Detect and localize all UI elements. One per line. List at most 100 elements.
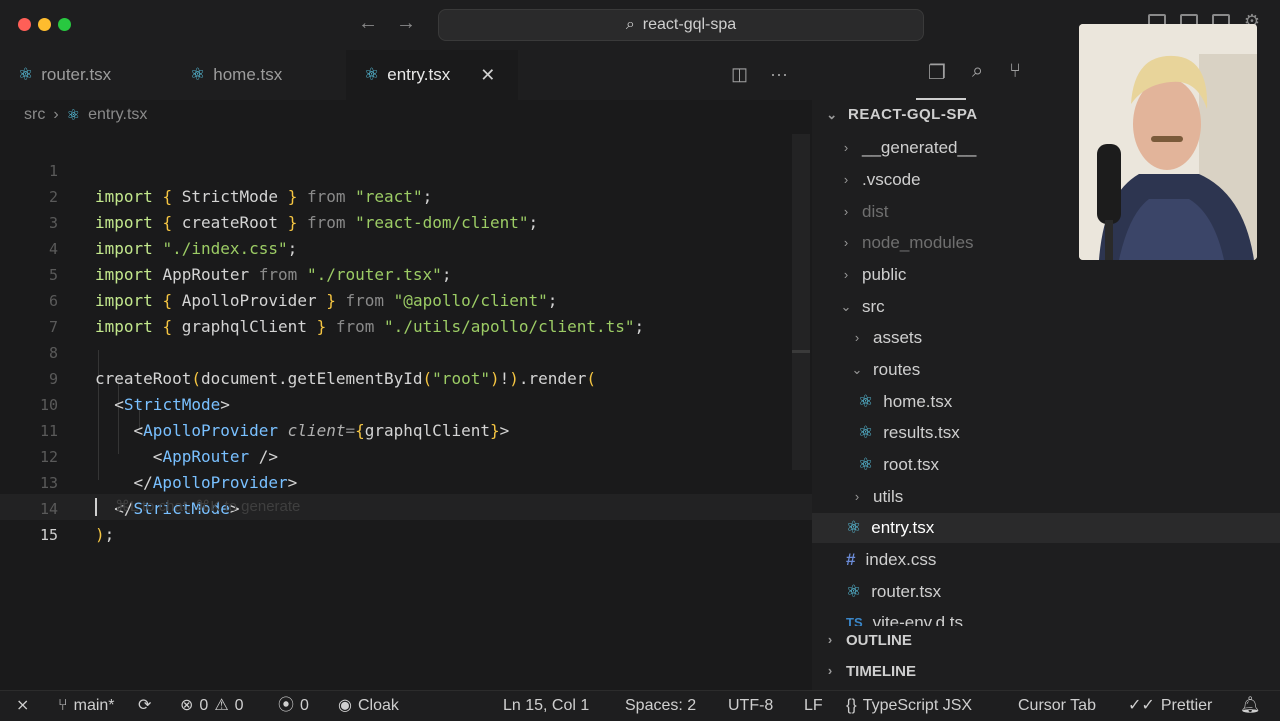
encoding[interactable]: UTF-8: [728, 691, 773, 721]
tree-item-root[interactable]: ⚛ root.tsx: [858, 450, 939, 480]
tree-item-router[interactable]: ⚛ router.tsx: [846, 577, 941, 607]
tree-item-assets[interactable]: › assets: [851, 323, 922, 353]
tree-item-index-css[interactable]: # index.css: [846, 545, 936, 575]
braces-icon: {}: [846, 697, 857, 714]
chevron-right-icon: ›: [843, 172, 849, 187]
tree-item-label: router.tsx: [871, 582, 942, 601]
command-center-search[interactable]: ⌕ react-gql-spa: [438, 9, 924, 41]
react-file-icon: ⚛: [858, 392, 874, 411]
timeline-section[interactable]: › TIMELINE: [824, 663, 916, 680]
tab-label: home.tsx: [213, 65, 283, 84]
sync-icon[interactable]: ⟳: [138, 691, 151, 721]
tree-item-vscode[interactable]: › .vscode: [840, 165, 921, 195]
tree-item-generated[interactable]: › __generated__: [840, 133, 977, 163]
tree-item-label: routes: [873, 360, 921, 379]
bell-icon[interactable]: 🔔︎: [1240, 691, 1260, 721]
tree-item-label: results.tsx: [883, 423, 960, 442]
code-line: 3 import "./index.css";: [0, 184, 812, 258]
check-icon: ✓✓: [1128, 697, 1155, 714]
tab-label: entry.tsx: [387, 65, 451, 84]
chevron-down-icon: ⌄: [840, 299, 852, 314]
tab-label: router.tsx: [41, 65, 112, 84]
git-branch-icon: ⑂: [58, 697, 68, 714]
tree-item-node-modules[interactable]: › node_modules: [840, 228, 974, 258]
code-line: 13 </StrictMode>: [0, 444, 812, 518]
back-arrow-icon[interactable]: ←: [358, 12, 378, 35]
ports-indicator[interactable]: ⦿ 0: [278, 691, 309, 721]
react-file-icon: ⚛: [858, 423, 874, 442]
cloak-toggle[interactable]: ◉ Cloak: [338, 691, 399, 721]
tree-item-label: .vscode: [862, 170, 921, 189]
search-icon[interactable]: ⌕: [972, 60, 983, 85]
chevron-right-icon: ›: [854, 330, 860, 345]
sidebar-activity-icons: ❐ ⌕ ⑂: [928, 60, 1021, 85]
outline-section[interactable]: › OUTLINE: [824, 632, 912, 649]
close-tab-icon[interactable]: ✕: [480, 65, 495, 86]
problems-indicator[interactable]: ⊗ 0 ⚠ 0: [180, 691, 244, 721]
tree-item-utils[interactable]: › utils: [851, 482, 903, 512]
code-line: 12 </ApolloProvider>: [0, 418, 812, 492]
maximize-window-button[interactable]: [58, 18, 71, 31]
cursor-tab[interactable]: Cursor Tab: [1018, 691, 1096, 721]
files-icon[interactable]: ❐: [928, 60, 946, 85]
tree-item-label: entry.tsx: [871, 518, 935, 537]
code-line: 10 <ApolloProvider client={graphqlClient…: [0, 366, 812, 440]
tree-item-public[interactable]: › public: [840, 260, 907, 290]
code-line: 6 import { graphqlClient } from "./utils…: [0, 262, 812, 336]
breadcrumb-folder[interactable]: src: [24, 106, 45, 124]
editor-tabs: ⚛ router.tsx ⚛ home.tsx ⚛ entry.tsx ✕ ◫ …: [0, 50, 812, 100]
split-editor-icon[interactable]: ◫: [731, 64, 748, 85]
git-branch[interactable]: ⑂ main*: [58, 691, 115, 721]
outline-label: OUTLINE: [846, 632, 912, 649]
indentation[interactable]: Spaces: 2: [625, 691, 696, 721]
active-view-indicator: [916, 98, 966, 100]
breadcrumb-file[interactable]: entry.tsx: [88, 106, 147, 124]
explorer-root[interactable]: ⌄ REACT-GQL-SPA: [826, 106, 978, 123]
tree-item-routes[interactable]: ⌄ routes: [851, 355, 921, 385]
code-line: 5 import { ApolloProvider } from "@apoll…: [0, 236, 812, 310]
code-line: 2 import { createRoot } from "react-dom/…: [0, 158, 812, 232]
tab-entry[interactable]: ⚛ entry.tsx ✕: [346, 50, 518, 100]
code-line: 1 import { StrictMode } from "react";: [0, 132, 812, 206]
tree-item-label: vite-env.d.ts: [872, 613, 964, 626]
code-line: 9 <StrictMode>: [0, 340, 812, 414]
remote-icon[interactable]: ⨯: [16, 691, 29, 721]
tab-home[interactable]: ⚛ home.tsx: [172, 50, 344, 100]
tree-item-label: __generated__: [862, 138, 977, 157]
tree-item-src[interactable]: ⌄ src: [840, 292, 885, 322]
cursor-position[interactable]: Ln 15, Col 1: [503, 691, 589, 721]
tree-item-label: root.tsx: [883, 455, 939, 474]
prettier[interactable]: ✓✓ Prettier: [1128, 691, 1212, 721]
tree-item-label: utils: [873, 487, 904, 506]
minimize-window-button[interactable]: [38, 18, 51, 31]
command-center-label: react-gql-spa: [642, 16, 737, 33]
chevron-right-icon: ›: [53, 106, 59, 123]
tree-item-results[interactable]: ⚛ results.tsx: [858, 418, 960, 448]
tree-item-entry[interactable]: ⚛ entry.tsx: [846, 513, 934, 543]
tree-clip: TS vite-env.d.ts: [812, 612, 1280, 626]
line-ending[interactable]: LF: [804, 691, 823, 721]
tree-item-vite-env[interactable]: TS vite-env.d.ts: [846, 612, 963, 626]
error-icon: ⊗: [180, 697, 194, 714]
react-file-icon: ⚛: [190, 65, 206, 84]
warning-icon: ⚠: [214, 697, 229, 714]
timeline-label: TIMELINE: [846, 663, 916, 680]
chevron-right-icon: ›: [843, 204, 849, 219]
close-window-button[interactable]: [18, 18, 31, 31]
chevron-down-icon: ⌄: [851, 362, 863, 377]
tab-router[interactable]: ⚛ router.tsx: [0, 50, 170, 100]
tree-item-label: dist: [862, 202, 889, 221]
code-editor[interactable]: 1 import { StrictMode } from "react"; 2 …: [0, 130, 812, 690]
code-line: 7: [0, 288, 812, 336]
more-actions-icon[interactable]: ···: [770, 64, 788, 85]
language-mode[interactable]: {} TypeScript JSX: [846, 691, 972, 721]
tree-item-dist[interactable]: › dist: [840, 197, 889, 227]
forward-arrow-icon[interactable]: →: [396, 12, 416, 35]
tree-item-label: index.css: [865, 550, 937, 569]
breadcrumb: src › ⚛ entry.tsx: [24, 106, 147, 124]
chevron-right-icon: ›: [827, 663, 833, 678]
source-control-icon[interactable]: ⑂: [1009, 60, 1021, 85]
tree-item-home[interactable]: ⚛ home.tsx: [858, 387, 952, 417]
tree-item-label: public: [862, 265, 907, 284]
editor-actions: ◫ ···: [731, 64, 788, 85]
